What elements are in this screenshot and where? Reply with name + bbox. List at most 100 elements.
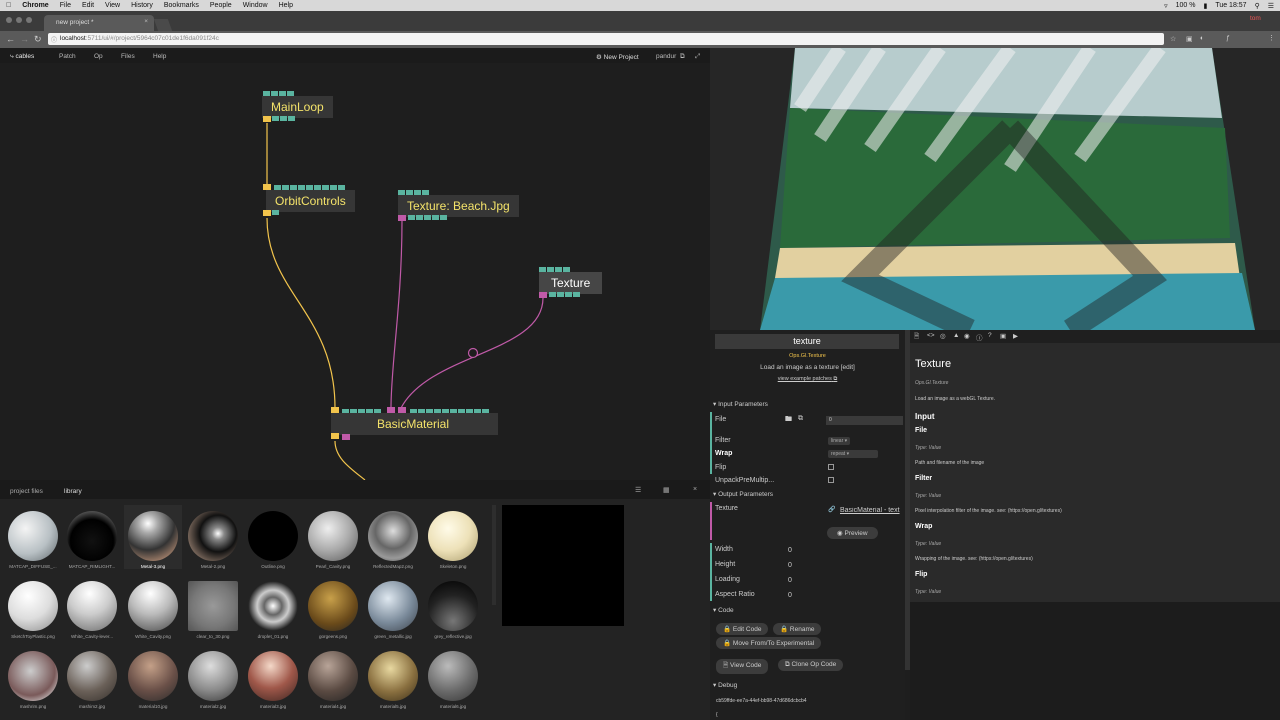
port[interactable] — [565, 292, 572, 297]
cables-logo[interactable]: ⤷ cables — [10, 53, 34, 61]
file-label[interactable]: material3.jpg — [242, 704, 304, 709]
spotlight-icon[interactable]: ⚲ — [1255, 2, 1260, 10]
file-label[interactable]: droplet_01.png — [242, 634, 304, 639]
op-texture-selected[interactable]: Texture — [539, 272, 603, 294]
material-thumb[interactable] — [428, 651, 478, 701]
wifi-icon[interactable]: ▿ — [1164, 2, 1168, 10]
file-label[interactable]: Pearl_Cavity.png — [302, 564, 364, 569]
material-thumb[interactable] — [248, 511, 298, 561]
file-label[interactable]: material5.jpg — [362, 704, 424, 709]
doc-icon[interactable]: 🗎 — [914, 332, 919, 343]
op-name-input[interactable]: texture — [715, 334, 899, 349]
app-menu-patch[interactable]: Patch — [59, 53, 76, 60]
cable-midpoint-handle[interactable] — [467, 347, 479, 359]
close-window-icon[interactable] — [6, 17, 12, 23]
port-trigger-out[interactable] — [263, 210, 271, 216]
external-link-icon[interactable]: ⧉ — [680, 53, 685, 61]
browser-menu-icon[interactable]: ⋮ — [1268, 34, 1275, 42]
material-thumb[interactable] — [188, 581, 238, 631]
grid-view-icon[interactable]: ▦ — [663, 486, 670, 494]
material-thumb[interactable] — [248, 651, 298, 701]
material-thumb[interactable] — [67, 581, 117, 631]
port[interactable] — [272, 116, 279, 121]
username[interactable]: pandur — [656, 53, 676, 60]
file-label[interactable]: Skeleton.png — [422, 564, 484, 569]
menu-file[interactable]: File — [60, 2, 71, 9]
project-settings-button[interactable]: ⚙ New Project — [596, 53, 639, 61]
param-file-input[interactable]: 0 — [826, 416, 903, 425]
view-code-button[interactable]: 🗎 View Code — [716, 659, 769, 674]
file-label[interactable]: Metal-3.png — [122, 564, 184, 569]
material-thumb[interactable] — [428, 511, 478, 561]
scrollbar[interactable] — [492, 505, 496, 605]
op-basicmaterial[interactable]: BasicMaterial — [331, 413, 498, 435]
apple-icon[interactable]:  — [6, 2, 11, 9]
file-label[interactable]: gorgeens.png — [302, 634, 364, 639]
menu-view[interactable]: View — [105, 2, 120, 9]
input-params-header[interactable]: ▾ Input Parameters — [713, 400, 768, 408]
info-icon[interactable]: ⓘ — [51, 35, 57, 44]
material-thumb[interactable] — [8, 581, 58, 631]
port[interactable] — [573, 292, 580, 297]
maximize-window-icon[interactable] — [26, 17, 32, 23]
file-label[interactable]: White_Cavity.png — [122, 634, 184, 639]
menu-window[interactable]: Window — [243, 2, 268, 9]
material-thumb[interactable] — [368, 581, 418, 631]
extension2-icon[interactable]: ◐ — [1200, 35, 1204, 42]
file-label[interactable]: Metal-2.png — [182, 564, 244, 569]
bookmark-star-icon[interactable]: ☆ — [1170, 35, 1176, 43]
op-texture-beach[interactable]: Texture: Beach.Jpg — [398, 195, 519, 217]
profile-name[interactable]: tom — [1250, 15, 1261, 22]
cable-beach-material[interactable] — [390, 219, 403, 409]
material-thumb[interactable] — [248, 581, 298, 631]
file-label[interactable]: White_Cavity-lever... — [61, 634, 123, 639]
material-thumb[interactable] — [308, 511, 358, 561]
param-filter-select[interactable]: linear ▾ — [828, 437, 851, 445]
clock[interactable]: Tue 18:57 — [1215, 2, 1246, 9]
op-orbitcontrols[interactable]: OrbitControls — [266, 190, 355, 212]
file-label[interactable]: material6.jpg — [422, 704, 484, 709]
file-label[interactable]: clear_to_30.png — [182, 634, 244, 639]
menu-people[interactable]: People — [210, 2, 232, 9]
port[interactable] — [557, 292, 564, 297]
material-thumb[interactable] — [368, 651, 418, 701]
port[interactable] — [408, 215, 415, 220]
monitor-icon[interactable]: ▣ — [1000, 332, 1006, 340]
folder-icon[interactable]: 🖿 — [785, 415, 792, 426]
port[interactable] — [342, 434, 350, 440]
port[interactable] — [416, 215, 423, 220]
material-thumb[interactable] — [67, 511, 117, 561]
file-label[interactable]: MATCAP_DIFFUSE_... — [2, 564, 64, 569]
output-params-header[interactable]: ▾ Output Parameters — [713, 490, 773, 498]
code-icon[interactable]: <> — [927, 332, 935, 339]
file-label[interactable]: grey_reflective.jpg — [422, 634, 484, 639]
menu-app[interactable]: Chrome — [22, 2, 48, 9]
file-label[interactable]: SketchToyPlastic.png — [2, 634, 64, 639]
port[interactable] — [272, 210, 279, 215]
battery-icon[interactable]: ▮ — [1203, 2, 1207, 10]
port-texture-out[interactable] — [398, 215, 406, 221]
file-label[interactable]: material10.jpg — [122, 704, 184, 709]
globe-icon[interactable]: ◎ — [940, 332, 946, 340]
material-thumb[interactable] — [428, 581, 478, 631]
patch-editor[interactable]: MainLoop OrbitControls Texture: Beach.Jp… — [0, 63, 710, 480]
material-thumb[interactable] — [308, 581, 358, 631]
menu-history[interactable]: History — [131, 2, 153, 9]
cable-orbit-material[interactable] — [266, 217, 336, 409]
material-thumb[interactable] — [308, 651, 358, 701]
material-thumb[interactable] — [188, 651, 238, 701]
extension-icon[interactable]: ▣ — [1186, 35, 1193, 43]
webgl-canvas[interactable] — [710, 48, 1280, 330]
tab-close-icon[interactable]: × — [144, 18, 148, 25]
app-menu-files[interactable]: Files — [121, 53, 135, 60]
op-mainloop[interactable]: MainLoop — [262, 96, 333, 118]
view-examples-link[interactable]: view example patches ⧉ — [710, 376, 905, 383]
info-icon[interactable]: ⓘ — [976, 332, 983, 342]
video-icon[interactable]: ▶ — [1013, 332, 1018, 340]
clone-code-button[interactable]: ⧉ Clone Op Code — [778, 659, 844, 671]
port[interactable] — [288, 116, 295, 121]
port[interactable] — [424, 215, 431, 220]
port[interactable] — [549, 292, 556, 297]
code-header[interactable]: ▾ Code — [713, 606, 734, 614]
port-texture-out[interactable] — [539, 292, 547, 298]
